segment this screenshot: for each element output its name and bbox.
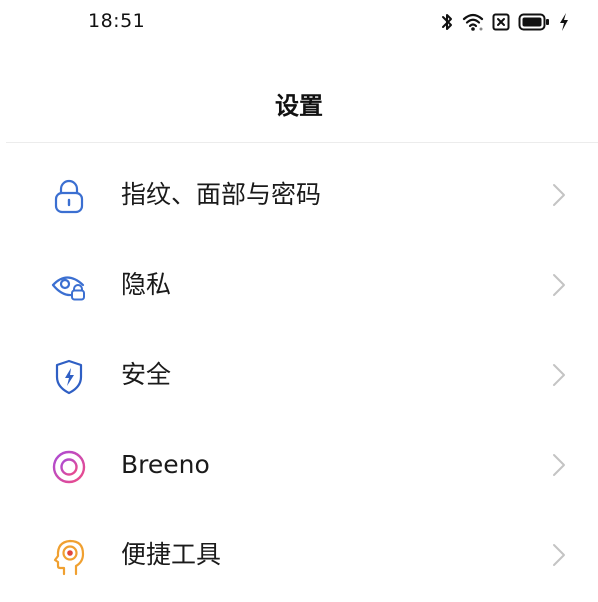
settings-item-privacy[interactable]: 隐私 bbox=[0, 240, 598, 330]
chevron-right-icon bbox=[552, 273, 566, 297]
settings-item-label: 隐私 bbox=[121, 270, 172, 299]
battery-icon bbox=[518, 13, 550, 31]
status-icons bbox=[440, 12, 570, 32]
page-title: 设置 bbox=[275, 92, 323, 120]
settings-item-convenience-tools[interactable]: 便捷工具 bbox=[0, 510, 598, 600]
bluetooth-icon bbox=[440, 12, 454, 32]
breeno-icon bbox=[49, 447, 89, 487]
chevron-right-icon bbox=[552, 363, 566, 387]
charging-icon bbox=[558, 12, 570, 32]
settings-item-breeno[interactable]: Breeno bbox=[0, 420, 598, 510]
header: 设置 bbox=[0, 70, 598, 134]
settings-list: 指纹、面部与密码 隐私 安全 Breeno 便捷工具 bbox=[0, 150, 598, 600]
settings-item-security[interactable]: 安全 bbox=[0, 330, 598, 420]
shield-icon bbox=[49, 357, 89, 397]
header-divider bbox=[6, 142, 598, 143]
status-bar: 18:51 bbox=[0, 0, 598, 44]
settings-item-label: 安全 bbox=[121, 360, 172, 389]
wifi-icon bbox=[462, 12, 484, 32]
status-time: 18:51 bbox=[88, 10, 146, 32]
chevron-right-icon bbox=[552, 183, 566, 207]
chevron-right-icon bbox=[552, 453, 566, 477]
settings-item-fingerprint-face-password[interactable]: 指纹、面部与密码 bbox=[0, 150, 598, 240]
privacy-eye-icon bbox=[49, 267, 89, 307]
chevron-right-icon bbox=[552, 543, 566, 567]
sim-off-icon bbox=[492, 13, 510, 31]
settings-item-label: 指纹、面部与密码 bbox=[121, 180, 322, 209]
head-tools-icon bbox=[49, 537, 89, 577]
settings-item-label: Breeno bbox=[121, 450, 210, 479]
lock-icon bbox=[49, 177, 89, 217]
settings-item-label: 便捷工具 bbox=[121, 540, 222, 569]
